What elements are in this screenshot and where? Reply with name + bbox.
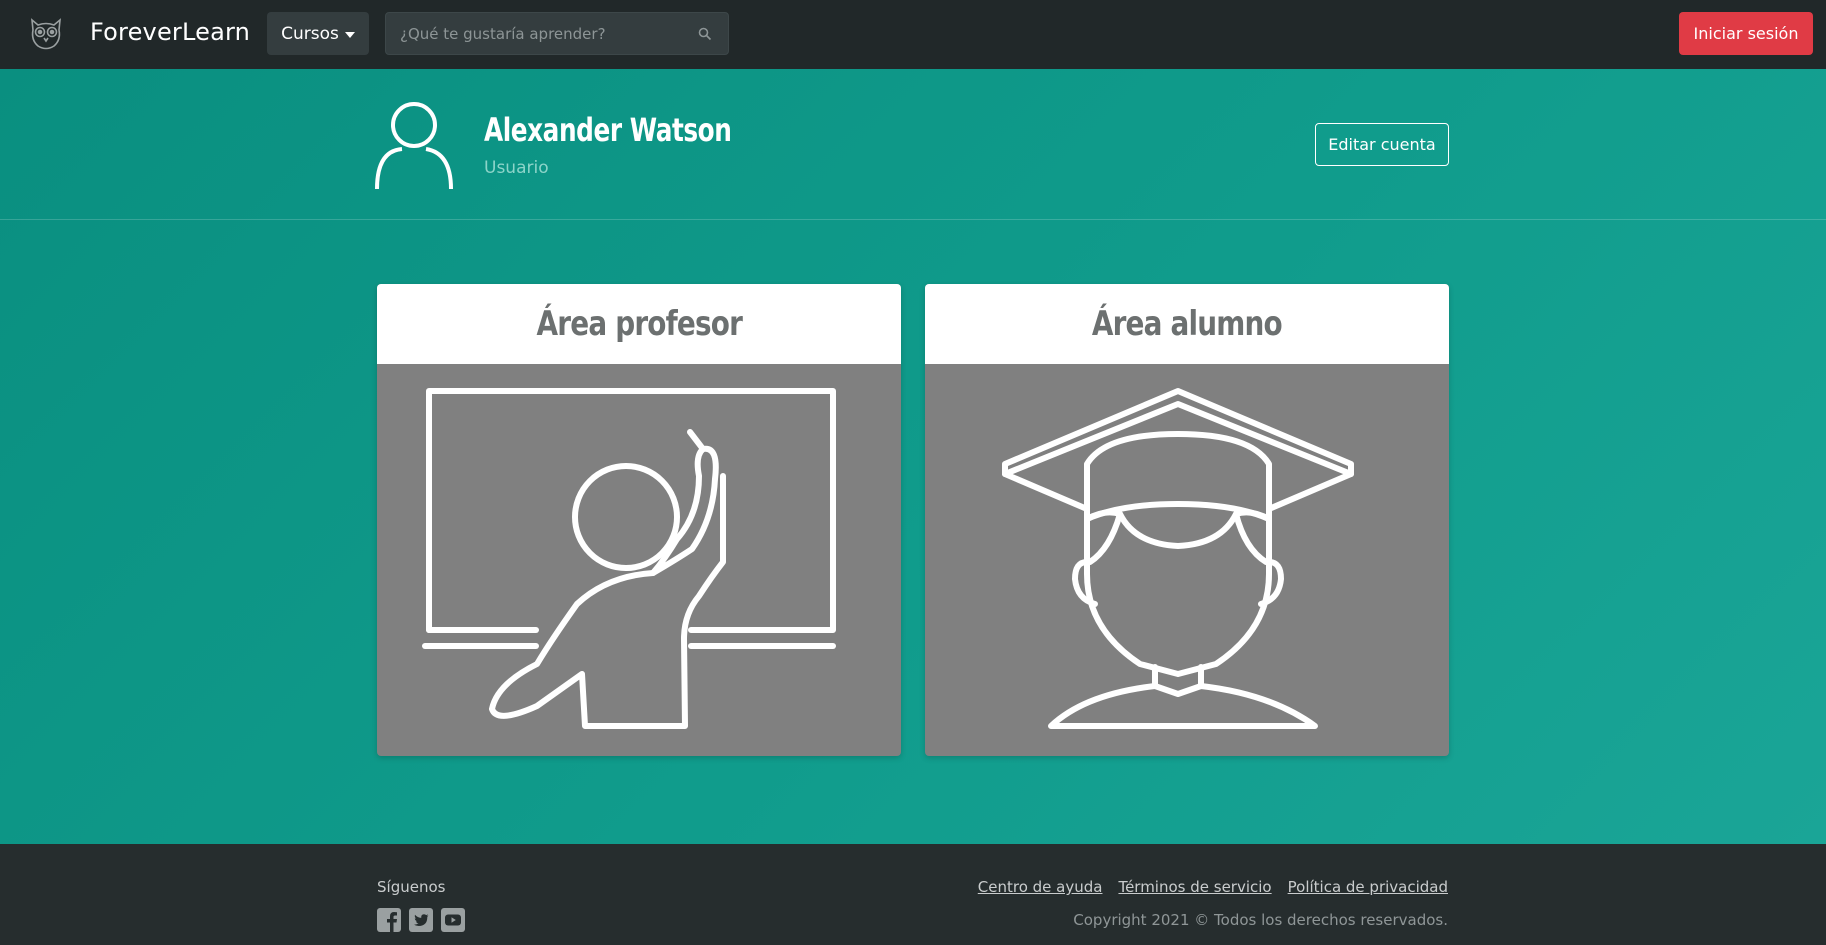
search-icon[interactable] bbox=[698, 27, 712, 41]
login-button[interactable]: Iniciar sesión bbox=[1679, 12, 1813, 55]
user-avatar-icon bbox=[375, 102, 453, 190]
courses-dropdown-label: Cursos bbox=[281, 23, 339, 44]
privacy-policy-link[interactable]: Política de privacidad bbox=[1288, 878, 1448, 896]
page-footer: Síguenos Centro de ayuda Términos de ser… bbox=[0, 844, 1826, 945]
owl-logo-icon[interactable] bbox=[28, 16, 64, 52]
card-header: Área alumno bbox=[925, 284, 1449, 364]
help-center-link[interactable]: Centro de ayuda bbox=[978, 878, 1103, 896]
card-header: Área profesor bbox=[377, 284, 901, 364]
copyright-text: Copyright 2021 © Todos los derechos rese… bbox=[1073, 911, 1448, 929]
caret-down-icon bbox=[344, 31, 355, 38]
graduate-icon bbox=[1002, 388, 1354, 729]
teacher-at-board-icon bbox=[422, 388, 836, 729]
main-content: Alexander Watson Usuario Editar cuenta Á… bbox=[0, 69, 1826, 844]
teacher-area-card[interactable]: Área profesor bbox=[377, 284, 901, 756]
footer-links: Centro de ayuda Términos de servicio Pol… bbox=[978, 878, 1448, 896]
courses-dropdown-button[interactable]: Cursos bbox=[267, 12, 369, 55]
student-area-card[interactable]: Área alumno bbox=[925, 284, 1449, 756]
search-input[interactable] bbox=[386, 13, 728, 54]
terms-of-service-link[interactable]: Términos de servicio bbox=[1118, 878, 1271, 896]
facebook-icon[interactable] bbox=[377, 908, 401, 932]
twitter-icon[interactable] bbox=[409, 908, 433, 932]
youtube-icon[interactable] bbox=[441, 908, 465, 932]
user-role: Usuario bbox=[484, 158, 549, 178]
brand-name[interactable]: ForeverLearn bbox=[90, 18, 250, 46]
user-name: Alexander Watson bbox=[484, 111, 732, 149]
search-box bbox=[385, 12, 729, 55]
edit-account-button[interactable]: Editar cuenta bbox=[1315, 123, 1449, 166]
profile-header: Alexander Watson Usuario Editar cuenta bbox=[0, 69, 1826, 220]
card-title: Área profesor bbox=[536, 304, 742, 344]
top-navbar: ForeverLearn Cursos Iniciar sesión bbox=[0, 0, 1826, 69]
card-title: Área alumno bbox=[1091, 304, 1283, 344]
follow-us-label: Síguenos bbox=[377, 878, 446, 896]
